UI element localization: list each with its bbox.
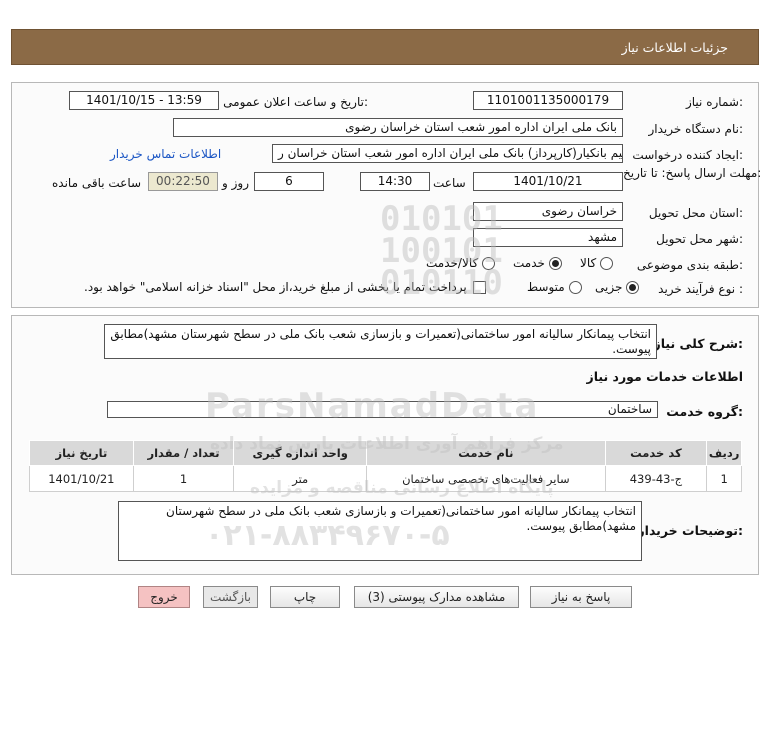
back-button[interactable]: بازگشت	[203, 586, 258, 608]
buyer-org-label: نام دستگاه خریدار:	[648, 122, 744, 136]
remaining-label: ساعت باقی مانده	[52, 176, 142, 190]
deadline-label: مهلت ارسال پاسخ: تا تاریخ:	[623, 166, 762, 180]
col-unit: واحد اندازه گیری	[233, 440, 368, 466]
category-radio-goods-service[interactable]: کالا/خدمت	[426, 256, 496, 270]
reply-button[interactable]: پاسخ به نیاز	[530, 586, 632, 608]
col-service-name: نام خدمت	[366, 440, 606, 466]
treasury-note: پرداخت تمام یا بخشی از مبلغ خرید،از محل …	[84, 280, 467, 294]
city-field[interactable]: مشهد	[473, 228, 623, 247]
province-label: استان محل تحویل:	[648, 206, 743, 220]
category-option-goods: کالا	[580, 256, 597, 270]
cell-service-code: ج-43-439	[604, 465, 708, 492]
purchase-option-minor: جزیی	[595, 280, 623, 294]
category-label: طبقه بندی موضوعی:	[636, 258, 743, 272]
buyer-notes-label: توضیحات خریدار:	[637, 523, 743, 538]
radio-circle-selected[interactable]	[626, 280, 640, 294]
cell-need-date: 1401/10/21	[29, 465, 134, 492]
province-field[interactable]: خراسان رضوی	[473, 202, 623, 221]
deadline-date-field[interactable]: 1401/10/21	[473, 172, 623, 191]
category-radio-goods[interactable]: کالا	[580, 256, 614, 270]
need-number-field[interactable]: 1101001135000179	[473, 91, 623, 110]
radio-circle[interactable]	[482, 256, 496, 270]
buyer-notes-text[interactable]: انتخاب پیمانکار سالیانه امور ساختمانی(تع…	[118, 501, 642, 561]
radio-circle[interactable]	[600, 256, 614, 270]
treasury-payment-row[interactable]: پرداخت تمام یا بخشی از مبلغ خرید،از محل …	[84, 280, 486, 294]
table-row[interactable]: 1 ج-43-439 سایر فعالیت‌های تخصصی ساختمان…	[29, 465, 742, 492]
description-text[interactable]: انتخاب پیمانکار سالیانه امور ساختمانی(تع…	[104, 324, 657, 359]
service-group-field[interactable]: ساختمان	[107, 401, 658, 418]
category-radio-service[interactable]: خدمت	[513, 256, 562, 270]
col-need-date: تاریخ نیاز	[29, 440, 134, 466]
purchase-option-medium: متوسط	[527, 280, 565, 294]
days-field[interactable]: 6	[254, 172, 324, 191]
need-number-label: شماره نیاز:	[685, 95, 743, 109]
category-option-service: خدمت	[513, 256, 545, 270]
services-section-title: اطلاعات خدمات مورد نیاز	[586, 369, 744, 384]
services-table: ردیف کد خدمت نام خدمت واحد اندازه گیری ت…	[29, 440, 742, 492]
cell-row-number: 1	[706, 465, 742, 492]
radio-circle-selected[interactable]	[548, 256, 562, 270]
contact-info-link[interactable]: اطلاعات تماس خریدار	[110, 147, 221, 161]
city-label: شهر محل تحویل:	[656, 232, 743, 246]
col-row-number: ردیف	[706, 440, 742, 466]
page-header: جزئیات اطلاعات نیاز	[11, 29, 759, 65]
category-option-goods-service: کالا/خدمت	[426, 256, 479, 270]
purchase-radio-minor[interactable]: جزیی	[595, 280, 640, 294]
print-button[interactable]: چاپ	[270, 586, 340, 608]
treasury-checkbox[interactable]	[472, 280, 486, 294]
page-title: جزئیات اطلاعات نیاز	[621, 39, 728, 55]
service-group-label: گروه خدمت:	[666, 404, 743, 419]
cell-service-name: سایر فعالیت‌های تخصصی ساختمان	[366, 465, 606, 492]
description-label: شرح کلی نیاز:	[653, 336, 744, 351]
purchase-type-label: نوع فرآیند خرید :	[658, 282, 743, 296]
deadline-time-label: ساعت	[433, 176, 466, 190]
purchase-radio-medium[interactable]: متوسط	[527, 280, 582, 294]
table-header-row: ردیف کد خدمت نام خدمت واحد اندازه گیری ت…	[29, 440, 742, 466]
exit-button[interactable]: خروج	[138, 586, 190, 608]
requester-label: ایجاد کننده درخواست:	[632, 148, 743, 162]
requester-field[interactable]: محدرضا سلیم بانکیار(کارپرداز) بانک ملی ا…	[272, 144, 623, 163]
cell-unit: متر	[233, 465, 368, 492]
col-quantity: تعداد / مقدار	[132, 440, 235, 466]
announce-label: تاریخ و ساعت اعلان عمومی:	[223, 95, 368, 109]
deadline-time-field[interactable]: 14:30	[360, 172, 430, 191]
radio-circle[interactable]	[568, 280, 582, 294]
cell-quantity: 1	[132, 465, 235, 492]
info-panel	[11, 82, 759, 308]
announce-field[interactable]: 1401/10/15 - 13:59	[69, 91, 219, 110]
days-label: روز و	[222, 176, 249, 190]
view-attachments-button[interactable]: مشاهده مدارک پیوستی (3)	[354, 586, 519, 608]
col-service-code: کد خدمت	[604, 440, 708, 466]
buyer-org-field[interactable]: بانک ملی ایران اداره امور شعب استان خراس…	[173, 118, 623, 137]
remaining-time-field: 00:22:50	[148, 172, 218, 191]
